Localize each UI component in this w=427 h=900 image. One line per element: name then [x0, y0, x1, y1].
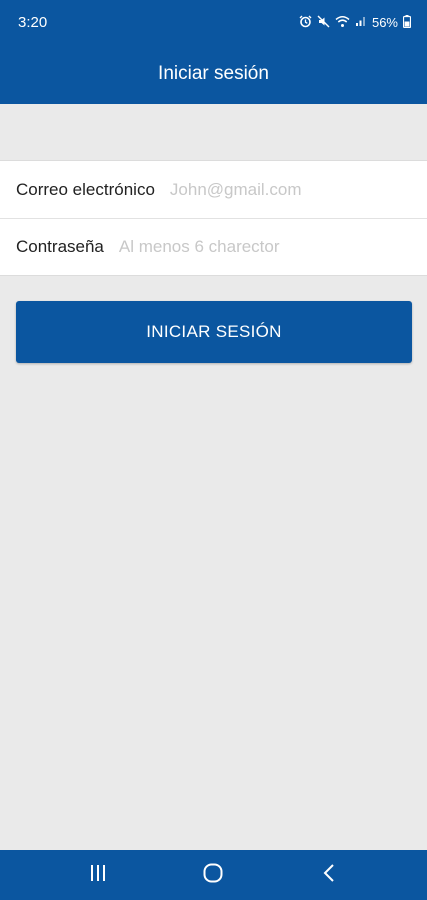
recent-apps-button[interactable] [78, 855, 118, 895]
battery-percent: 56% [371, 14, 398, 30]
recent-apps-icon [90, 864, 106, 887]
password-row: Contraseña [0, 218, 427, 275]
alarm-icon [299, 15, 312, 30]
email-label: Correo electrónico [16, 179, 155, 199]
page-title: Iniciar sesión [158, 63, 269, 84]
mute-icon [317, 15, 330, 30]
signal-icon [355, 15, 367, 29]
wifi-icon [335, 15, 350, 30]
email-row: Correo electrónico [0, 161, 427, 218]
status-icons: 56% [299, 14, 412, 30]
home-icon [203, 863, 223, 888]
status-time: 3:20 [18, 13, 48, 31]
status-bar: 3:20 56% [0, 0, 427, 44]
back-icon [323, 863, 335, 888]
system-nav-bar [0, 850, 427, 900]
app-bar: Iniciar sesión [0, 44, 427, 104]
battery-icon [402, 14, 412, 30]
login-form: Correo electrónico Contraseña [0, 160, 427, 276]
password-label: Contraseña [16, 237, 104, 256]
login-button[interactable]: INICIAR SESIÓN [16, 301, 412, 363]
home-button[interactable] [193, 855, 233, 895]
back-button[interactable] [309, 855, 349, 895]
password-field[interactable] [118, 237, 427, 257]
email-field[interactable] [169, 179, 427, 200]
